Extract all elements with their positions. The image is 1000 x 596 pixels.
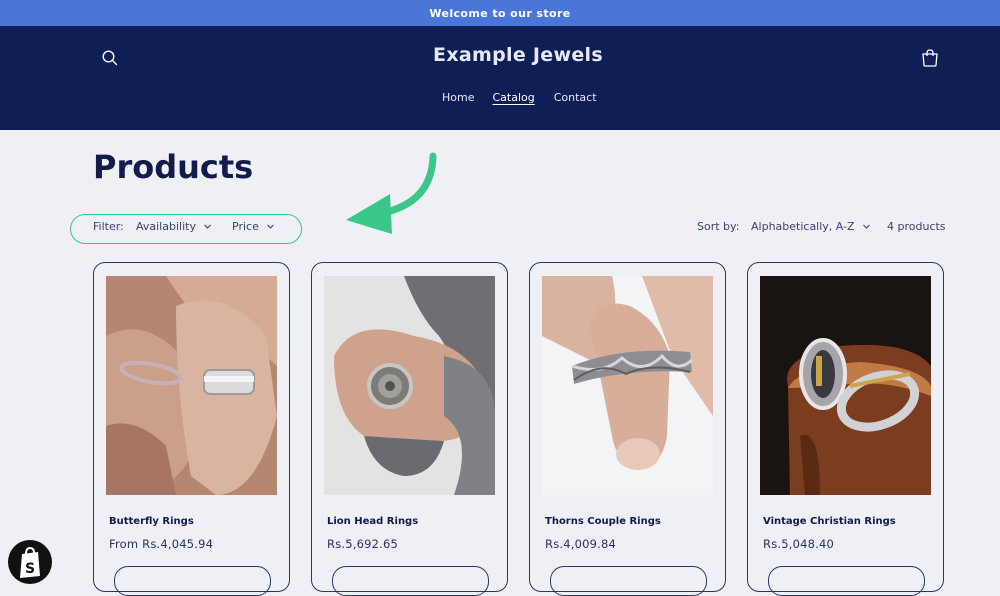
main-nav: Home Catalog Contact: [442, 91, 597, 104]
product-name[interactable]: Butterfly Rings: [109, 516, 194, 527]
product-name[interactable]: Vintage Christian Rings: [763, 516, 896, 527]
filter-availability-dropdown[interactable]: Availability: [136, 218, 212, 234]
product-price: Rs.5,048.40: [763, 537, 835, 551]
product-count: 4 products: [887, 219, 946, 233]
filter-label: Filter:: [93, 219, 124, 233]
product-name[interactable]: Thorns Couple Rings: [545, 516, 661, 527]
annotation-arrow-icon: [346, 152, 437, 234]
filter-price-label: Price: [232, 219, 259, 233]
nav-home[interactable]: Home: [442, 91, 474, 104]
store-brand[interactable]: Example Jewels: [0, 44, 1000, 66]
christian-rings-photo: [760, 276, 931, 495]
lion-ring-photo: [324, 276, 495, 495]
filter-price-dropdown[interactable]: Price: [232, 218, 275, 234]
announcement-text: Welcome to our store: [429, 6, 571, 20]
shopify-badge-icon[interactable]: S: [8, 540, 52, 584]
product-price: Rs.5,692.65: [327, 537, 399, 551]
sort-label: Sort by:: [697, 219, 740, 233]
chevron-down-icon: [266, 224, 274, 229]
svg-text:S: S: [25, 561, 35, 577]
announcement-bar: Welcome to our store: [0, 0, 1000, 26]
product-image[interactable]: [542, 276, 713, 495]
product-price: Rs.4,009.84: [545, 537, 617, 551]
product-card[interactable]: Butterfly Rings From Rs.4,045.94: [93, 262, 290, 596]
nav-contact[interactable]: Contact: [554, 91, 597, 104]
product-card[interactable]: Lion Head Rings Rs.5,692.65: [311, 262, 508, 596]
thorns-ring-photo: [542, 276, 713, 495]
sort-value: Alphabetically, A-Z: [751, 219, 855, 233]
product-name[interactable]: Lion Head Rings: [327, 516, 418, 527]
sort-dropdown[interactable]: Alphabetically, A-Z: [751, 218, 871, 234]
product-image[interactable]: [324, 276, 495, 495]
cart-icon[interactable]: [919, 47, 941, 69]
product-price: From Rs.4,045.94: [109, 537, 214, 551]
page-title: Products: [93, 148, 254, 186]
product-image[interactable]: [106, 276, 277, 495]
site-header: Example Jewels Home Catalog Contact: [0, 26, 1000, 130]
product-card[interactable]: Vintage Christian Rings Rs.5,048.40: [747, 262, 944, 596]
filter-availability-label: Availability: [136, 219, 196, 233]
couple-rings-photo: [106, 276, 277, 495]
product-card[interactable]: Thorns Couple Rings Rs.4,009.84: [529, 262, 726, 596]
product-image[interactable]: [760, 276, 931, 495]
chevron-down-icon: [862, 224, 870, 229]
nav-catalog[interactable]: Catalog: [492, 91, 534, 104]
chevron-down-icon: [204, 224, 211, 229]
